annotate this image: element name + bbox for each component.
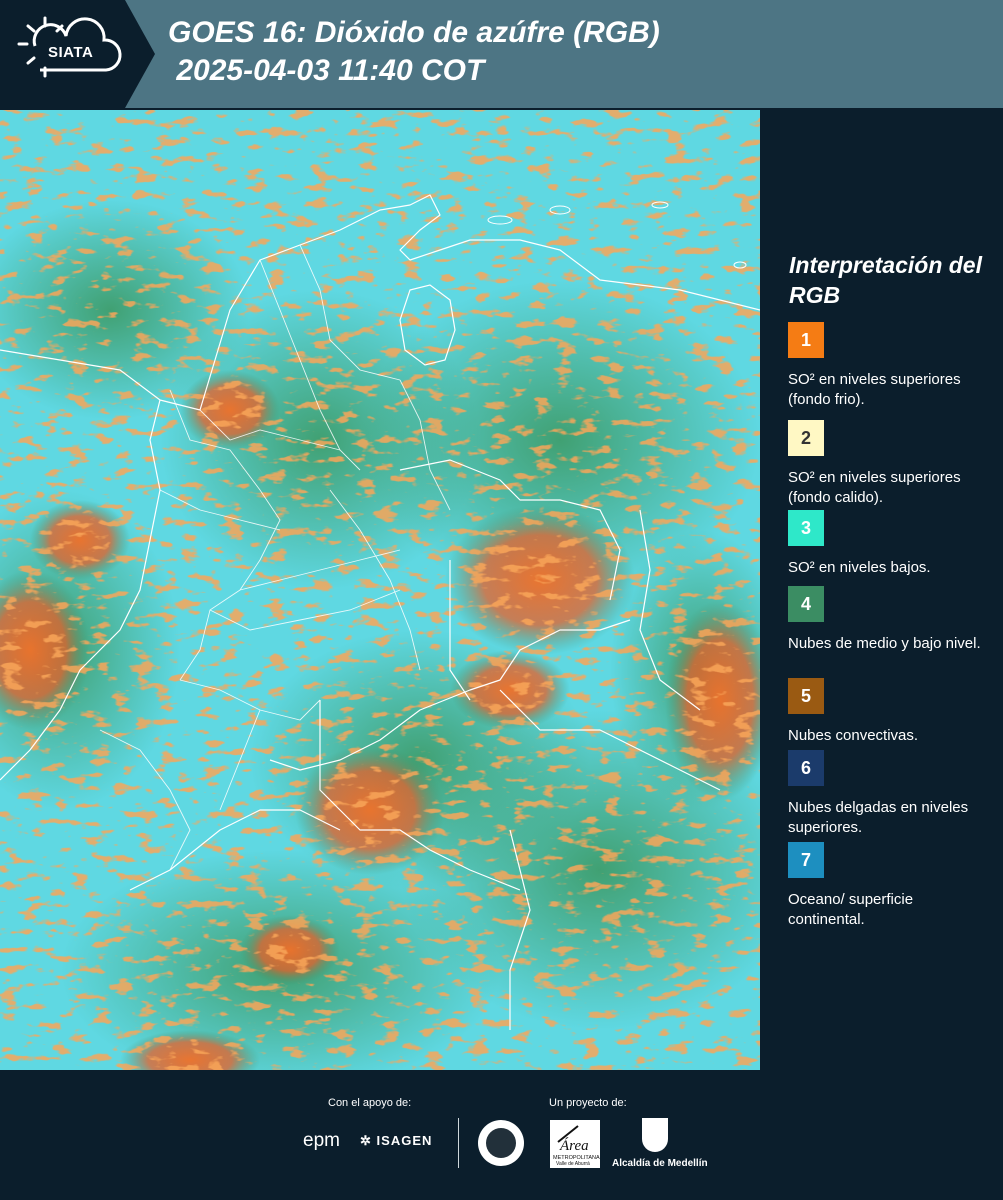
satellite-map[interactable] bbox=[0, 110, 760, 1070]
legend-number: 2 bbox=[800, 427, 811, 448]
legend-swatch-7: 7 bbox=[788, 842, 824, 878]
legend-text: Oceano/ superficie continental. bbox=[788, 891, 914, 928]
isagen-logo-text: ISAGEN bbox=[376, 1133, 433, 1148]
legend-item-1: 1 SO² en niveles superiores (fondo frio)… bbox=[788, 322, 993, 410]
area-logo-sub2: Valle de Aburrá bbox=[556, 1161, 590, 1167]
project-label: Un proyecto de: bbox=[549, 1097, 627, 1109]
legend-item-3: 3 SO² en niveles bajos. bbox=[788, 510, 993, 578]
legend-item-5: 5 Nubes convectivas. bbox=[788, 678, 993, 746]
support-label: Con el apoyo de: bbox=[328, 1097, 412, 1109]
legend-number: 7 bbox=[800, 849, 811, 870]
legend-text: Nubes delgadas en niveles superiores. bbox=[788, 799, 969, 836]
legend-item-6: 6 Nubes delgadas en niveles superiores. bbox=[788, 750, 993, 838]
legend-number: 4 bbox=[800, 593, 811, 614]
legend-number: 3 bbox=[800, 517, 811, 538]
medellin-seal-icon bbox=[478, 1120, 524, 1166]
area-logo-text: Área bbox=[559, 1137, 589, 1154]
header-bar: SIATA GOES 16: Dióxido de azúfre (RGB) 2… bbox=[0, 0, 1003, 108]
legend-text: Nubes de medio y bajo nivel. bbox=[788, 635, 981, 652]
siata-logo-text: SIATA bbox=[48, 44, 94, 61]
title-line-1: GOES 16: Dióxido de azúfre (RGB) bbox=[168, 16, 660, 49]
alcaldia-logo-text: Alcaldía de Medellín bbox=[612, 1158, 708, 1169]
legend-swatch-1: 1 bbox=[788, 322, 824, 358]
legend-text: SO² en niveles superiores (fondo frio). bbox=[788, 371, 961, 408]
legend-number: 6 bbox=[800, 757, 811, 778]
page-title: GOES 16: Dióxido de azúfre (RGB) 2025-04… bbox=[168, 14, 660, 90]
isagen-icon: ✲ bbox=[360, 1133, 372, 1148]
isagen-logo: ✲ ISAGEN bbox=[360, 1133, 432, 1149]
legend-number: 5 bbox=[800, 685, 811, 706]
epm-logo: epm bbox=[303, 1130, 340, 1151]
legend-swatch-3: 3 bbox=[788, 510, 824, 546]
footer-bar: Con el apoyo de: Un proyecto de: epm ✲ I… bbox=[0, 1070, 1003, 1200]
legend-text: Nubes convectivas. bbox=[788, 727, 919, 744]
legend-panel: Interpretación del RGB 1 SO² en niveles … bbox=[760, 110, 1003, 1070]
legend-title: Interpretación del RGB bbox=[789, 252, 982, 308]
alcaldia-shield-icon bbox=[642, 1118, 668, 1152]
legend-item-4: 4 Nubes de medio y bajo nivel. bbox=[788, 586, 993, 654]
legend-item-7: 7 Oceano/ superficie continental. bbox=[788, 842, 993, 930]
footer-divider bbox=[458, 1118, 459, 1168]
title-line-2: 2025-04-03 11:40 COT bbox=[168, 54, 485, 87]
area-metropolitana-logo: Área METROPOLITANA Valle de Aburrá bbox=[550, 1120, 600, 1168]
legend-number: 1 bbox=[800, 329, 811, 350]
siata-logo: SIATA bbox=[0, 0, 155, 108]
legend-text: SO² en niveles superiores (fondo calido)… bbox=[788, 469, 961, 506]
legend-text: SO² en niveles bajos. bbox=[788, 559, 931, 576]
legend-item-2: 2 SO² en niveles superiores (fondo calid… bbox=[788, 420, 993, 508]
satellite-image bbox=[0, 110, 760, 1070]
legend-swatch-6: 6 bbox=[788, 750, 824, 786]
legend-swatch-4: 4 bbox=[788, 586, 824, 622]
legend-swatch-2: 2 bbox=[788, 420, 824, 456]
legend-swatch-5: 5 bbox=[788, 678, 824, 714]
